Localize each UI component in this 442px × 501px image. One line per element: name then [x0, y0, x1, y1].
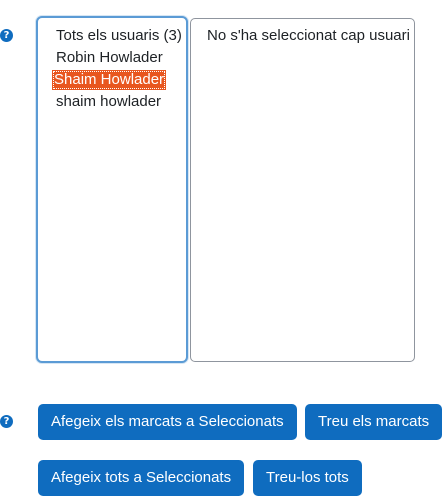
selected-users-listbox[interactable]: No s'ha seleccionat cap usuari [190, 18, 415, 362]
list-option[interactable]: shaim howlader [54, 92, 163, 112]
empty-selection-text: No s'ha seleccionat cap usuari [207, 27, 410, 44]
available-users-listbox[interactable]: Tots els usuaris (3) Robin Howlader Shai… [36, 16, 188, 363]
list-option[interactable]: Tots els usuaris (3) [54, 26, 184, 46]
list-option[interactable]: Robin Howlader [54, 48, 165, 68]
add-marked-button[interactable]: Afegeix els marcats a Seleccionats [38, 404, 297, 440]
help-icon[interactable]: ? [0, 29, 13, 42]
remove-marked-button[interactable]: Treu els marcats [305, 404, 442, 440]
help-icon[interactable]: ? [0, 415, 13, 428]
user-selector-form: ? Tots els usuaris (3) Robin Howlader Sh… [0, 0, 442, 501]
remove-all-button[interactable]: Treu-los tots [253, 460, 362, 496]
add-all-button[interactable]: Afegeix tots a Seleccionats [38, 460, 245, 496]
list-option-selected[interactable]: Shaim Howlader [52, 70, 167, 90]
